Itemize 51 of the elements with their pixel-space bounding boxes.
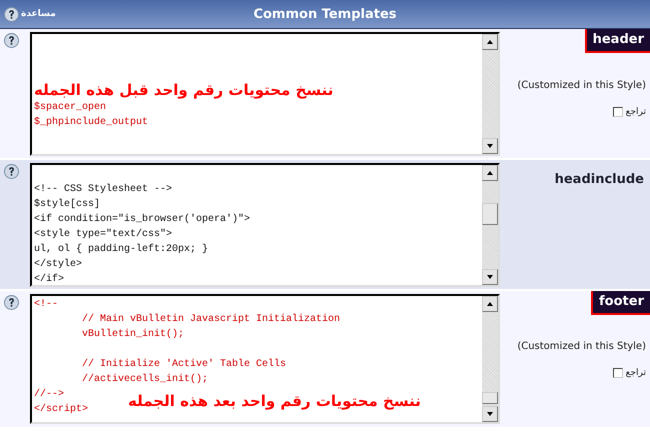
code-line: // Main vBulletin Javascript Initialization [81,312,340,327]
template-editor[interactable]: <!-- CSS Stylesheet --> $style[css] <if condition="is_browser('opera')"> <style type="text/css"> ul, ol { padding-left:20px; } </style> </if> [30,163,500,287]
revert-label: تراجع [626,107,646,117]
up-arrow-icon [487,171,493,175]
code-line: vBulletin_init(); [81,328,184,342]
status-text: (Customized in this Style) [517,341,647,352]
down-arrow-icon [487,275,493,279]
scroll-up-button[interactable] [482,34,498,50]
revert-checkbox[interactable] [612,107,623,117]
code-line: <!-- [34,298,58,312]
code-line: ul, ol { padding-left:20px; } [34,242,208,257]
up-arrow-icon [487,40,493,44]
code-line: </if> [34,272,64,285]
scroll-up-button[interactable] [482,296,498,312]
revert-checkbox[interactable] [612,368,623,378]
template-name: headinclude [554,171,645,189]
up-arrow-icon [487,302,493,306]
scroll-thumb[interactable] [482,392,498,404]
code-line: <if condition="is_browser('opera')"> [34,212,250,227]
scrollbar[interactable] [482,296,498,422]
scroll-thumb[interactable] [482,203,498,225]
revert-label: تراجع [626,368,646,378]
down-arrow-icon [487,144,493,148]
scroll-up-button[interactable] [482,165,498,181]
code-line: $spacer_open [34,100,106,115]
template-name: footer [591,291,650,315]
scroll-down-button[interactable] [482,269,498,285]
help-link[interactable]: مساعدة [21,9,56,19]
annotation-text: ننسخ محتويات رقم واحد قبل هذه الجمله [34,80,334,100]
panel-title: Common Templates [253,6,397,22]
down-arrow-icon [487,412,493,416]
code-line: <style type="text/css"> [34,228,172,242]
help-icon[interactable] [4,164,19,179]
scroll-down-button[interactable] [482,406,498,422]
help-icon[interactable] [4,6,19,22]
code-line: <!-- CSS Stylesheet --> [34,182,172,197]
code-line: $style[css] [34,198,100,212]
code-line: $_phpinclude_output [34,116,148,130]
scrollbar[interactable] [482,34,498,154]
code-line: </style> [34,258,82,272]
code-line: </script> [34,402,88,417]
status-text: (Customized in this Style) [517,80,647,91]
code-line: // Initialize 'Active' Table Cells [81,358,286,372]
code-line: //activecells_init(); [81,372,208,387]
help-icon[interactable] [4,33,19,48]
template-name: header [584,29,650,53]
help-icon[interactable] [4,295,19,310]
annotation-text: ننسخ محتويات رقم واحد بعد هذه الجمله [128,394,421,412]
scroll-down-button[interactable] [482,138,498,154]
scrollbar[interactable] [482,165,498,285]
code-line: //--> [34,388,64,402]
